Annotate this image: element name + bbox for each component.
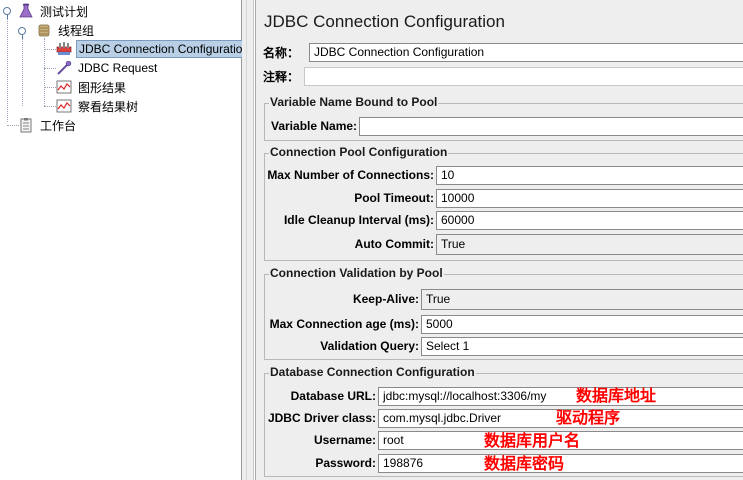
- jdbc-driver-label: JDBC Driver class:: [267, 411, 376, 425]
- password-label: Password:: [315, 456, 376, 470]
- comment-row: 注释：: [263, 66, 299, 86]
- tree-node-label: 测试计划: [40, 4, 89, 19]
- variable-name-label: Variable Name:: [271, 119, 358, 133]
- name-label: 名称：: [263, 45, 300, 60]
- tree-node-workbench[interactable]: 工作台: [18, 116, 78, 134]
- pool-timeout-field[interactable]: 10000: [436, 189, 743, 208]
- tree-connector: [44, 106, 56, 107]
- tree-node-thread-group[interactable]: 线程组: [36, 21, 96, 39]
- auto-commit-select[interactable]: True: [436, 234, 743, 255]
- tree-node-label: JDBC Connection Configuration: [76, 40, 253, 58]
- variable-name-field[interactable]: [359, 117, 743, 136]
- group-title: Variable Name Bound to Pool: [269, 95, 439, 109]
- max-connections-field[interactable]: 10: [436, 166, 743, 185]
- password-annotation: 数据库密码: [484, 454, 565, 473]
- tree-connector: [44, 49, 56, 50]
- tree-node-label: JDBC Request: [78, 61, 158, 75]
- config-panel: JDBC Connection Configuration 名称： JDBC C…: [255, 0, 743, 480]
- max-connection-age-label: Max Connection age (ms):: [269, 317, 419, 331]
- max-connection-age-field[interactable]: 5000: [421, 315, 743, 334]
- tree-node-label: 图形结果: [78, 80, 127, 95]
- tree-connector: [44, 68, 56, 69]
- idle-cleanup-field[interactable]: 60000: [436, 211, 743, 230]
- page-title: JDBC Connection Configuration: [264, 12, 505, 31]
- clipboard-icon: [20, 118, 32, 133]
- max-connections-label: Max Number of Connections:: [267, 168, 434, 182]
- test-plan-tree: 测试计划 线程组 JDBC Connection Configuration J…: [0, 0, 253, 480]
- flask-icon: [19, 3, 33, 18]
- tree-connector: [22, 36, 23, 106]
- username-annotation: 数据库用户名: [484, 431, 581, 450]
- name-row: 名称：: [263, 42, 299, 62]
- pool-timeout-label: Pool Timeout:: [354, 191, 434, 205]
- validation-query-field[interactable]: Select 1: [421, 337, 743, 356]
- group-title: Database Connection Configuration: [269, 365, 476, 379]
- auto-commit-label: Auto Commit:: [354, 237, 434, 251]
- pipette-icon: [57, 60, 72, 75]
- comment-label: 注释：: [263, 69, 300, 84]
- keep-alive-label: Keep-Alive:: [352, 292, 419, 306]
- tree-node-jdbc-request[interactable]: JDBC Request: [56, 59, 159, 77]
- comment-field[interactable]: [304, 67, 743, 86]
- jdbc-driver-annotation: 驱动程序: [556, 408, 621, 427]
- database-url-annotation: 数据库地址: [576, 386, 657, 405]
- tools-icon: [56, 42, 72, 55]
- keep-alive-select[interactable]: True: [421, 289, 743, 310]
- expand-handle-thread-group[interactable]: [18, 27, 26, 39]
- tree-node-test-plan[interactable]: 测试计划: [18, 2, 90, 20]
- tree-node-label: 线程组: [58, 23, 95, 38]
- username-label: Username:: [313, 433, 376, 447]
- tree-connector: [7, 16, 8, 122]
- name-field[interactable]: JDBC Connection Configuration: [309, 43, 743, 62]
- graph-icon: [56, 99, 72, 113]
- group-title: Connection Pool Configuration: [269, 145, 449, 159]
- tree-node-label: 工作台: [40, 118, 77, 133]
- tree-connector: [44, 87, 56, 88]
- tree-node-graph-results[interactable]: 图形结果: [56, 78, 128, 96]
- tree-node-label: 察看结果树: [78, 99, 139, 114]
- validation-query-label: Validation Query:: [320, 339, 419, 353]
- spool-icon: [38, 24, 50, 37]
- graph-icon: [56, 80, 72, 94]
- group-title: Connection Validation by Pool: [269, 266, 444, 280]
- database-url-label: Database URL:: [290, 389, 376, 403]
- database-url-field[interactable]: jdbc:mysql://localhost:3306/my: [378, 387, 743, 406]
- tree-node-view-results-tree[interactable]: 察看结果树: [56, 97, 140, 115]
- split-pane-divider[interactable]: [242, 0, 254, 480]
- expand-handle-test-plan[interactable]: [3, 7, 11, 19]
- tree-node-jdbc-connection-configuration[interactable]: JDBC Connection Configuration: [56, 40, 253, 58]
- idle-cleanup-label: Idle Cleanup Interval (ms):: [283, 213, 434, 227]
